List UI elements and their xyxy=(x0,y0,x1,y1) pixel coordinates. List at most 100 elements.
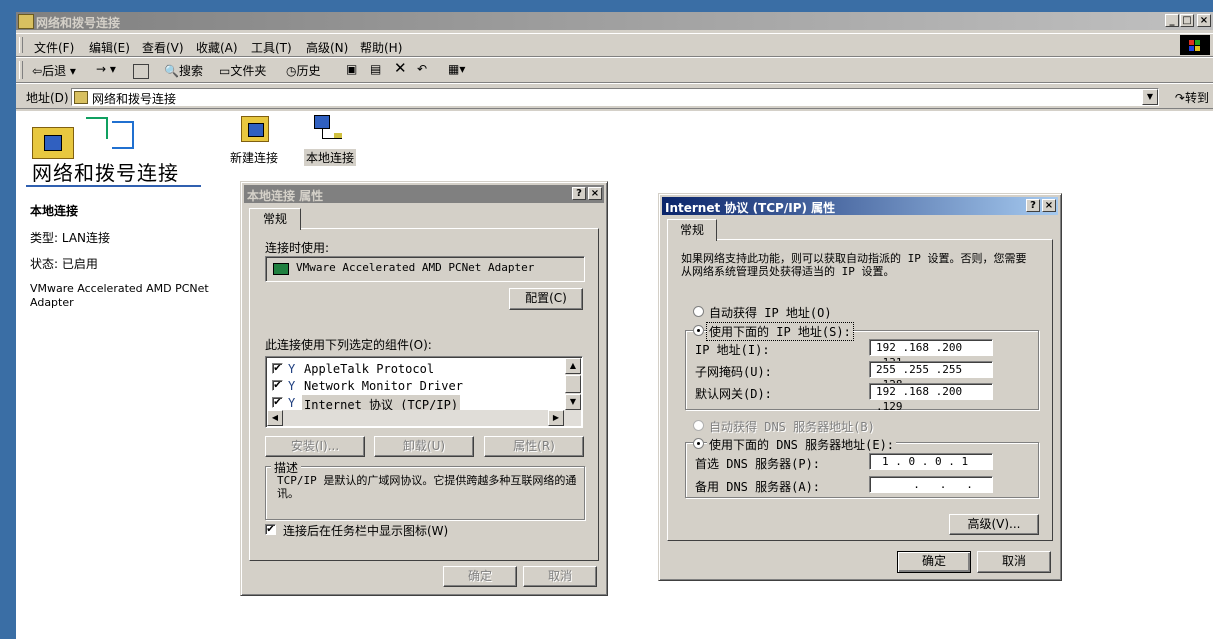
connection-type: 类型: LAN连接 xyxy=(30,231,111,245)
connection-status: 状态: 已启用 xyxy=(30,257,98,271)
forward-button[interactable]: → ▾ xyxy=(96,62,116,76)
auto-ip-radio[interactable] xyxy=(693,306,704,317)
tcpip-intro-text: 如果网络支持此功能，则可以获取自动指派的 IP 设置。否则，您需要从网络系统管理… xyxy=(681,252,1027,278)
subnet-mask-label: 子网掩码(U): xyxy=(695,365,772,379)
address-label: 地址(D) xyxy=(26,91,69,105)
tcpip-titlebar[interactable]: Internet 协议 (TCP/IP) 属性 ? × xyxy=(662,197,1058,215)
menu-edit[interactable]: 编辑(E) xyxy=(89,39,130,56)
menu-advanced[interactable]: 高级(N) xyxy=(306,39,348,56)
window-title: 网络和拨号连接 xyxy=(36,16,121,30)
tcpip-title: Internet 协议 (TCP/IP) 属性 xyxy=(665,201,836,215)
component-checkbox[interactable]: ✔ xyxy=(272,397,283,408)
uninstall-button[interactable]: 卸载(U) xyxy=(374,436,474,457)
selected-connection-name: 本地连接 xyxy=(30,204,79,218)
component-checkbox[interactable]: ✔ xyxy=(272,363,283,374)
scroll-thumb[interactable] xyxy=(565,375,581,393)
scroll-down-button[interactable]: ▼ xyxy=(565,394,581,410)
configure-button[interactable]: 配置(C) xyxy=(509,288,583,310)
properties-button[interactable]: 属性(R) xyxy=(484,436,584,457)
props-tab-general[interactable]: 常规 xyxy=(249,208,301,230)
show-icon-label[interactable]: 连接后在任务栏中显示图标(W) xyxy=(283,522,448,539)
component-item-appletalk[interactable]: ✔ Y AppleTalk Protocol xyxy=(272,361,558,378)
move-to-icon[interactable]: ▣ xyxy=(346,62,357,76)
window-titlebar[interactable]: 网络和拨号连接 _ □ × xyxy=(16,12,1213,30)
menu-view[interactable]: 查看(V) xyxy=(142,39,184,56)
components-vscrollbar[interactable]: ▲ ▼ xyxy=(565,358,581,410)
scroll-up-button[interactable]: ▲ xyxy=(565,358,581,374)
props-titlebar[interactable]: 本地连接 属性 ? × xyxy=(244,185,604,203)
auto-dns-radio[interactable] xyxy=(693,420,704,431)
props-title: 本地连接 属性 xyxy=(247,189,324,203)
preferred-dns-label: 首选 DNS 服务器(P): xyxy=(695,457,821,471)
tcpip-ok-button[interactable]: 确定 xyxy=(897,551,971,573)
scroll-left-button[interactable]: ◀ xyxy=(267,410,283,426)
copy-to-icon[interactable]: ▤ xyxy=(370,62,381,76)
tcpip-properties-dialog: Internet 协议 (TCP/IP) 属性 ? × 常规 如果网络支持此功能… xyxy=(658,193,1062,581)
connection-adapter: VMware Accelerated AMD PCNet Adapter xyxy=(30,282,209,309)
go-button[interactable]: ↷转到 xyxy=(1175,89,1209,106)
components-list[interactable]: ✔ Y AppleTalk Protocol ✔ Y Network Monit… xyxy=(265,356,583,428)
windows-logo-icon xyxy=(1180,35,1210,55)
search-button[interactable]: 🔍搜索 xyxy=(164,62,203,79)
gateway-label: 默认网关(D): xyxy=(695,387,772,401)
network-adapter-icon xyxy=(273,263,289,275)
ip-address-input[interactable]: 192 .168 .200 .131 xyxy=(869,339,993,369)
local-connection-icon[interactable] xyxy=(314,115,346,147)
left-pane-heading: 网络和拨号连接 xyxy=(32,161,179,185)
props-cancel-button[interactable]: 取消 xyxy=(523,566,597,587)
menu-bar: 文件(F) 编辑(E) 查看(V) 收藏(A) 工具(T) 高级(N) 帮助(H… xyxy=(16,33,1213,57)
menu-tools[interactable]: 工具(T) xyxy=(251,39,292,56)
component-item-netmon[interactable]: ✔ Y Network Monitor Driver xyxy=(272,378,558,395)
undo-icon[interactable]: ↶ xyxy=(417,62,427,76)
tcpip-help-button[interactable]: ? xyxy=(1026,199,1040,212)
manual-ip-label[interactable]: 使用下面的 IP 地址(S): xyxy=(706,322,854,341)
back-button[interactable]: ⇦后退 ▾ xyxy=(32,62,76,79)
props-help-button[interactable]: ? xyxy=(572,187,586,200)
tcpip-tab-general[interactable]: 常规 xyxy=(667,219,717,241)
network-banner-icon xyxy=(30,117,134,161)
connect-using-label: 连接时使用: xyxy=(265,241,330,255)
views-icon[interactable]: ▦▾ xyxy=(448,62,465,76)
install-button[interactable]: 安装(I)... xyxy=(265,436,365,457)
manual-dns-radio[interactable] xyxy=(693,438,704,449)
description-text: TCP/IP 是默认的广域网协议。它提供跨越多种互联网络的通讯。 xyxy=(277,474,577,500)
show-icon-checkbox[interactable]: ✔ xyxy=(265,524,276,535)
scroll-right-button[interactable]: ▶ xyxy=(548,410,564,426)
alternate-dns-input[interactable]: . . . xyxy=(869,476,993,493)
tcpip-close-button[interactable]: × xyxy=(1042,199,1056,212)
auto-ip-label[interactable]: 自动获得 IP 地址(O) xyxy=(709,304,832,321)
menu-favorites[interactable]: 收藏(A) xyxy=(196,39,238,56)
manual-ip-radio[interactable] xyxy=(693,325,704,336)
toolbar: ⇦后退 ▾ → ▾ 🔍搜索 ▭文件夹 ◷历史 ▣ ▤ ✕ ↶ ▦▾ xyxy=(16,57,1213,83)
history-button[interactable]: ◷历史 xyxy=(286,62,321,79)
preferred-dns-input[interactable]: 1 . 0 . 0 . 1 xyxy=(869,453,993,470)
delete-icon[interactable]: ✕ xyxy=(394,59,407,77)
address-dropdown-button[interactable]: ▼ xyxy=(1142,89,1158,105)
new-connection-label[interactable]: 新建连接 xyxy=(230,149,278,166)
minimize-button[interactable]: _ xyxy=(1165,14,1179,27)
up-folder-icon[interactable] xyxy=(133,64,149,79)
new-connection-icon[interactable] xyxy=(240,115,270,147)
folders-button[interactable]: ▭文件夹 xyxy=(219,62,266,79)
component-checkbox[interactable]: ✔ xyxy=(272,380,283,391)
manual-dns-label[interactable]: 使用下面的 DNS 服务器地址(E): xyxy=(707,436,897,453)
close-button[interactable]: × xyxy=(1197,14,1211,27)
advanced-button[interactable]: 高级(V)... xyxy=(949,514,1039,535)
menu-help[interactable]: 帮助(H) xyxy=(360,39,402,56)
props-ok-button[interactable]: 确定 xyxy=(443,566,517,587)
tcpip-cancel-button[interactable]: 取消 xyxy=(977,551,1051,573)
auto-dns-label[interactable]: 自动获得 DNS 服务器地址(B) xyxy=(709,418,875,435)
ip-address-label: IP 地址(I): xyxy=(695,343,770,357)
components-hscrollbar[interactable]: ◀ ▶ xyxy=(267,410,581,426)
address-input[interactable]: 网络和拨号连接 ▼ xyxy=(71,88,1159,106)
props-close-button[interactable]: × xyxy=(588,187,602,200)
maximize-button[interactable]: □ xyxy=(1180,14,1194,27)
menu-file[interactable]: 文件(F) xyxy=(34,39,74,56)
gateway-input[interactable]: 192 .168 .200 .129 xyxy=(869,383,993,413)
network-folder-icon xyxy=(74,91,88,104)
components-label: 此连接使用下列选定的组件(O): xyxy=(265,338,432,352)
subnet-mask-input[interactable]: 255 .255 .255 .128 xyxy=(869,361,993,391)
adapter-field: VMware Accelerated AMD PCNet Adapter xyxy=(265,256,585,282)
local-connection-label[interactable]: 本地连接 xyxy=(304,149,357,166)
alternate-dns-label: 备用 DNS 服务器(A): xyxy=(695,480,821,494)
